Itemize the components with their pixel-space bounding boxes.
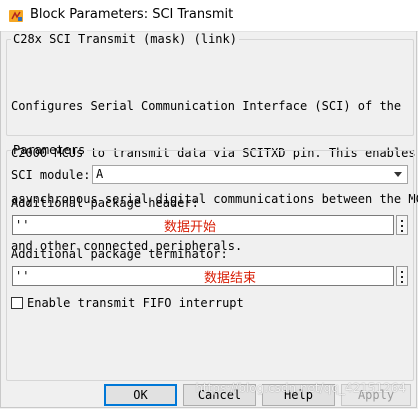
watermark: https://blog.csdn.net/qq_42151264 [195,381,406,395]
header-annotation: 数据开始 [164,220,217,235]
terminator-annotation: 数据结束 [204,271,257,286]
description-line: Configures Serial Communication Interfac… [11,99,402,113]
parameters-heading: Parameters [13,143,86,157]
sci-module-label: SCI module: [11,168,91,182]
terminator-value: '' [15,269,30,283]
ok-button[interactable]: OK [104,384,177,406]
more-dot [401,220,403,222]
fifo-interrupt-label: Enable transmit FIFO interrupt [27,296,244,310]
terminator-input[interactable]: '' [12,266,394,286]
more-dot [401,225,403,227]
terminator-more-button[interactable] [396,266,408,286]
chevron-down-icon [394,172,402,177]
more-dot [401,281,403,283]
title-bar: Block Parameters: SCI Transmit [0,0,418,32]
simulink-block-icon [9,10,23,22]
sci-module-value: A [96,167,104,181]
header-label: Additional package header: [11,196,199,210]
more-dot [401,271,403,273]
terminator-label: Additional package terminator: [11,247,228,261]
description-group: C28x SCI Transmit (mask) (link) Configur… [6,32,418,253]
fifo-interrupt-checkbox[interactable] [11,297,23,309]
more-dot [401,276,403,278]
window-title: Block Parameters: SCI Transmit [30,7,234,22]
header-value: '' [15,218,30,232]
header-more-button[interactable] [396,215,408,235]
more-dot [401,230,403,232]
sci-module-select[interactable]: A [92,165,408,184]
description-heading: C28x SCI Transmit (mask) (link) [13,32,237,46]
